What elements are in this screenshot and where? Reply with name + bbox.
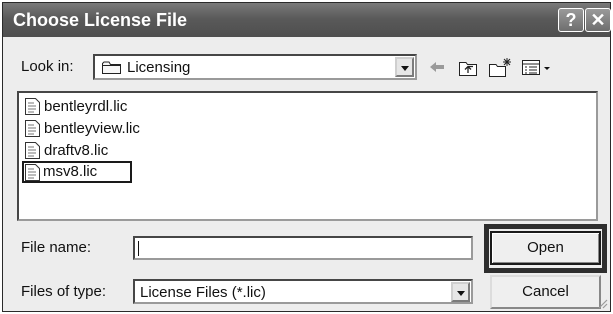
back-arrow-icon[interactable] bbox=[426, 56, 448, 78]
file-name: draftv8.lic bbox=[44, 142, 109, 159]
file-name: bentleyview.lic bbox=[44, 120, 140, 137]
chevron-down-icon[interactable] bbox=[451, 282, 470, 302]
folder-icon bbox=[102, 61, 121, 74]
up-folder-icon[interactable] bbox=[457, 56, 479, 78]
open-button[interactable]: Open bbox=[490, 231, 601, 265]
document-icon bbox=[25, 120, 40, 137]
file-type-value: License Files (*.lic) bbox=[140, 284, 266, 301]
file-list[interactable]: bentleyrdl.lic bentleyview.lic draftv8.l… bbox=[17, 91, 598, 221]
close-button[interactable]: ✕ bbox=[585, 8, 611, 32]
file-name-input[interactable] bbox=[133, 236, 473, 260]
title-bar[interactable]: Choose License File ? ✕ bbox=[3, 3, 611, 37]
file-name-label: File name: bbox=[21, 239, 92, 256]
file-name: bentleyrdl.lic bbox=[44, 98, 128, 115]
file-name: msv8.lic bbox=[43, 163, 98, 180]
new-folder-icon[interactable] bbox=[487, 56, 513, 78]
file-item-msv8-selected[interactable]: msv8.lic bbox=[22, 161, 132, 183]
text-caret bbox=[138, 241, 139, 256]
help-button[interactable]: ? bbox=[558, 8, 584, 32]
look-in-label: Look in: bbox=[21, 58, 74, 75]
file-type-dropdown[interactable]: License Files (*.lic) bbox=[133, 279, 473, 304]
cancel-button[interactable]: Cancel bbox=[490, 275, 601, 309]
dialog-title: Choose License File bbox=[13, 10, 188, 30]
views-menu-icon[interactable] bbox=[519, 56, 553, 78]
chevron-down-icon[interactable] bbox=[395, 57, 414, 77]
document-icon bbox=[25, 98, 40, 115]
document-icon bbox=[25, 142, 40, 159]
choose-license-dialog: Choose License File ? ✕ Look in: Licensi… bbox=[2, 2, 611, 312]
look-in-value: Licensing bbox=[127, 59, 191, 76]
resize-grip-icon[interactable] bbox=[596, 297, 608, 309]
look-in-dropdown[interactable]: Licensing bbox=[93, 54, 417, 80]
document-icon bbox=[25, 164, 40, 181]
file-type-label: Files of type: bbox=[21, 283, 107, 300]
